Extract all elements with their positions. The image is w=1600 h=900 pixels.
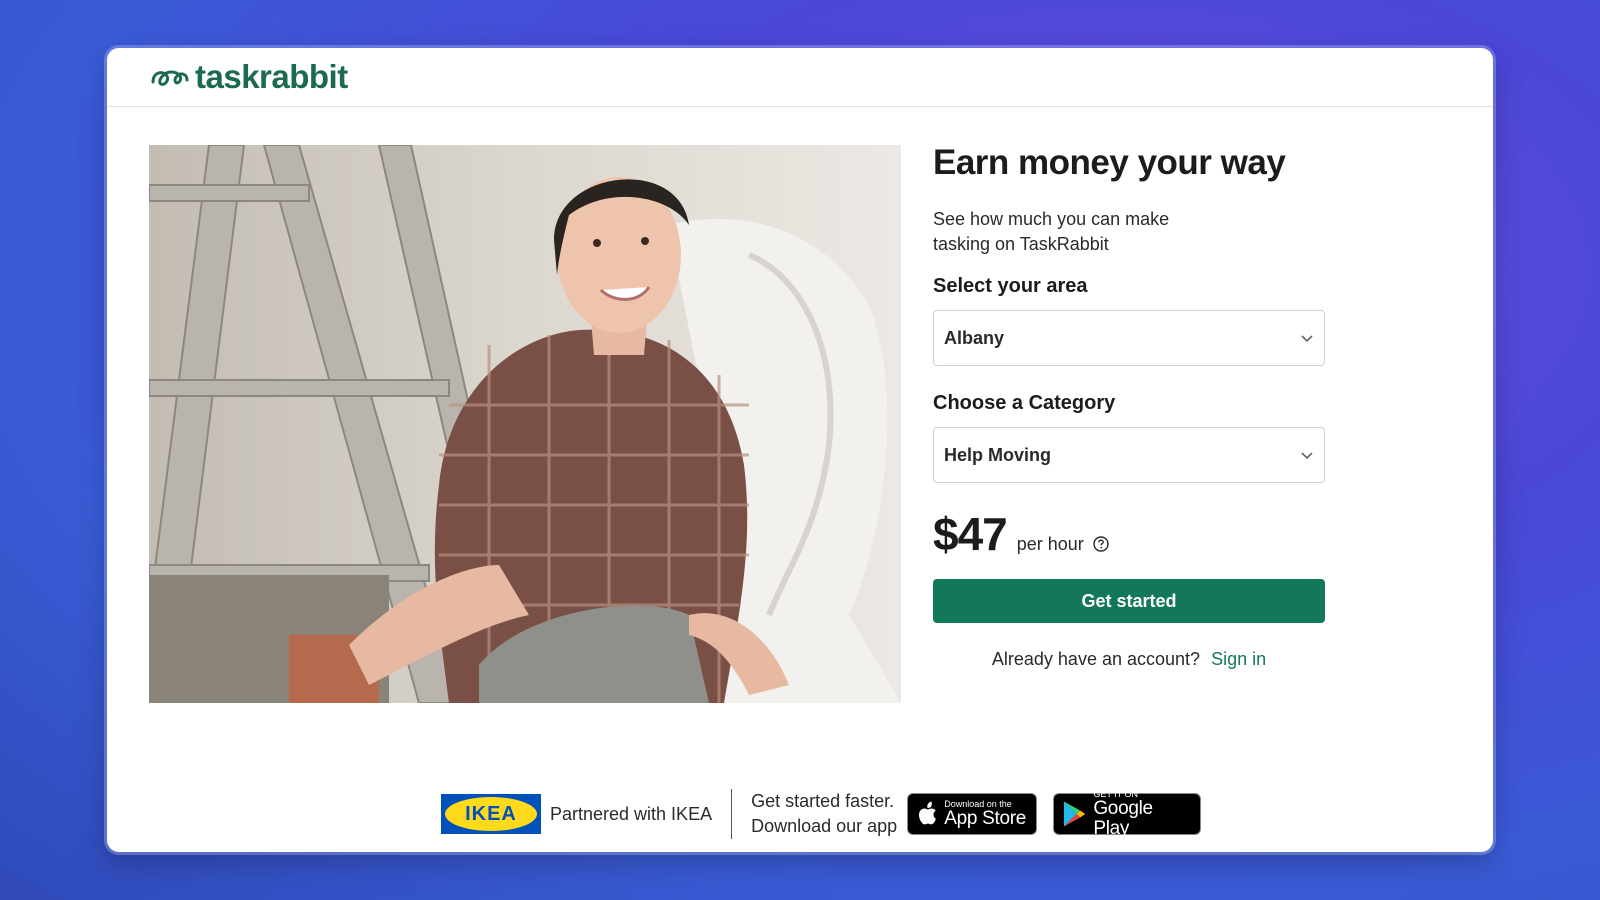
get-started-button[interactable]: Get started <box>933 579 1325 623</box>
subtitle-line-1: See how much you can make <box>933 209 1170 229</box>
hero-illustration <box>149 145 901 703</box>
app-promo-text: Get started faster. Download our app <box>751 789 897 839</box>
header: taskrabbit <box>107 48 1493 107</box>
signin-row: Already have an account? Sign in <box>933 649 1325 670</box>
app-promo-line-2: Download our app <box>751 816 898 836</box>
app-store-text: Download on the App Store <box>944 799 1026 829</box>
google-play-icon <box>1064 801 1086 827</box>
logo-text: taskrabbit <box>195 58 348 95</box>
hero-photo <box>149 145 901 703</box>
google-play-big: Google Play <box>1093 798 1153 839</box>
footer: IKEA Partnered with IKEA Get started fas… <box>441 789 1202 839</box>
signin-prompt: Already have an account? <box>991 649 1201 669</box>
google-play-badge[interactable]: GET IT ON Google Play <box>1053 789 1202 839</box>
hourly-rate: $47 <box>933 508 1008 560</box>
partner-text: Partnered with IKEA <box>550 803 713 824</box>
rabbit-logo-icon <box>151 70 189 86</box>
chevron-down-icon <box>1301 335 1313 343</box>
sign-in-link[interactable]: Sign in <box>1211 649 1266 669</box>
footer-divider <box>731 789 733 839</box>
area-select-value: Albany <box>944 327 1005 348</box>
rate-display: $47 per hour <box>933 507 1325 561</box>
signup-card: taskrabbit Earn money your way See how m… <box>107 48 1493 852</box>
app-promo-line-1: Get started faster. <box>751 791 895 811</box>
taskrabbit-logo[interactable]: taskrabbit <box>149 58 348 96</box>
question-circle-icon[interactable] <box>1093 536 1109 552</box>
apple-icon <box>919 801 937 825</box>
page-subtitle: See how much you can make tasking on Tas… <box>933 207 1325 257</box>
rate-unit: per hour <box>1017 534 1109 555</box>
category-label: Choose a Category <box>933 392 1116 414</box>
app-store-big: App Store <box>944 808 1027 829</box>
earnings-panel: Earn money your way See how much you can… <box>933 143 1325 670</box>
chevron-down-icon <box>1301 452 1313 460</box>
ikea-logo-mark: IKEA <box>445 797 537 831</box>
category-select[interactable]: Help Moving <box>933 427 1325 483</box>
rate-unit-text: per hour <box>1016 534 1084 554</box>
page-title: Earn money your way <box>933 143 1286 182</box>
area-select[interactable]: Albany <box>933 310 1325 366</box>
google-play-text: GET IT ON Google Play <box>1093 789 1190 839</box>
area-label: Select your area <box>933 275 1088 297</box>
app-store-badge[interactable]: Download on the App Store <box>907 793 1038 835</box>
ikea-logo: IKEA <box>441 794 541 834</box>
subtitle-line-2: tasking on TaskRabbit <box>933 234 1109 254</box>
category-select-value: Help Moving <box>944 444 1051 465</box>
